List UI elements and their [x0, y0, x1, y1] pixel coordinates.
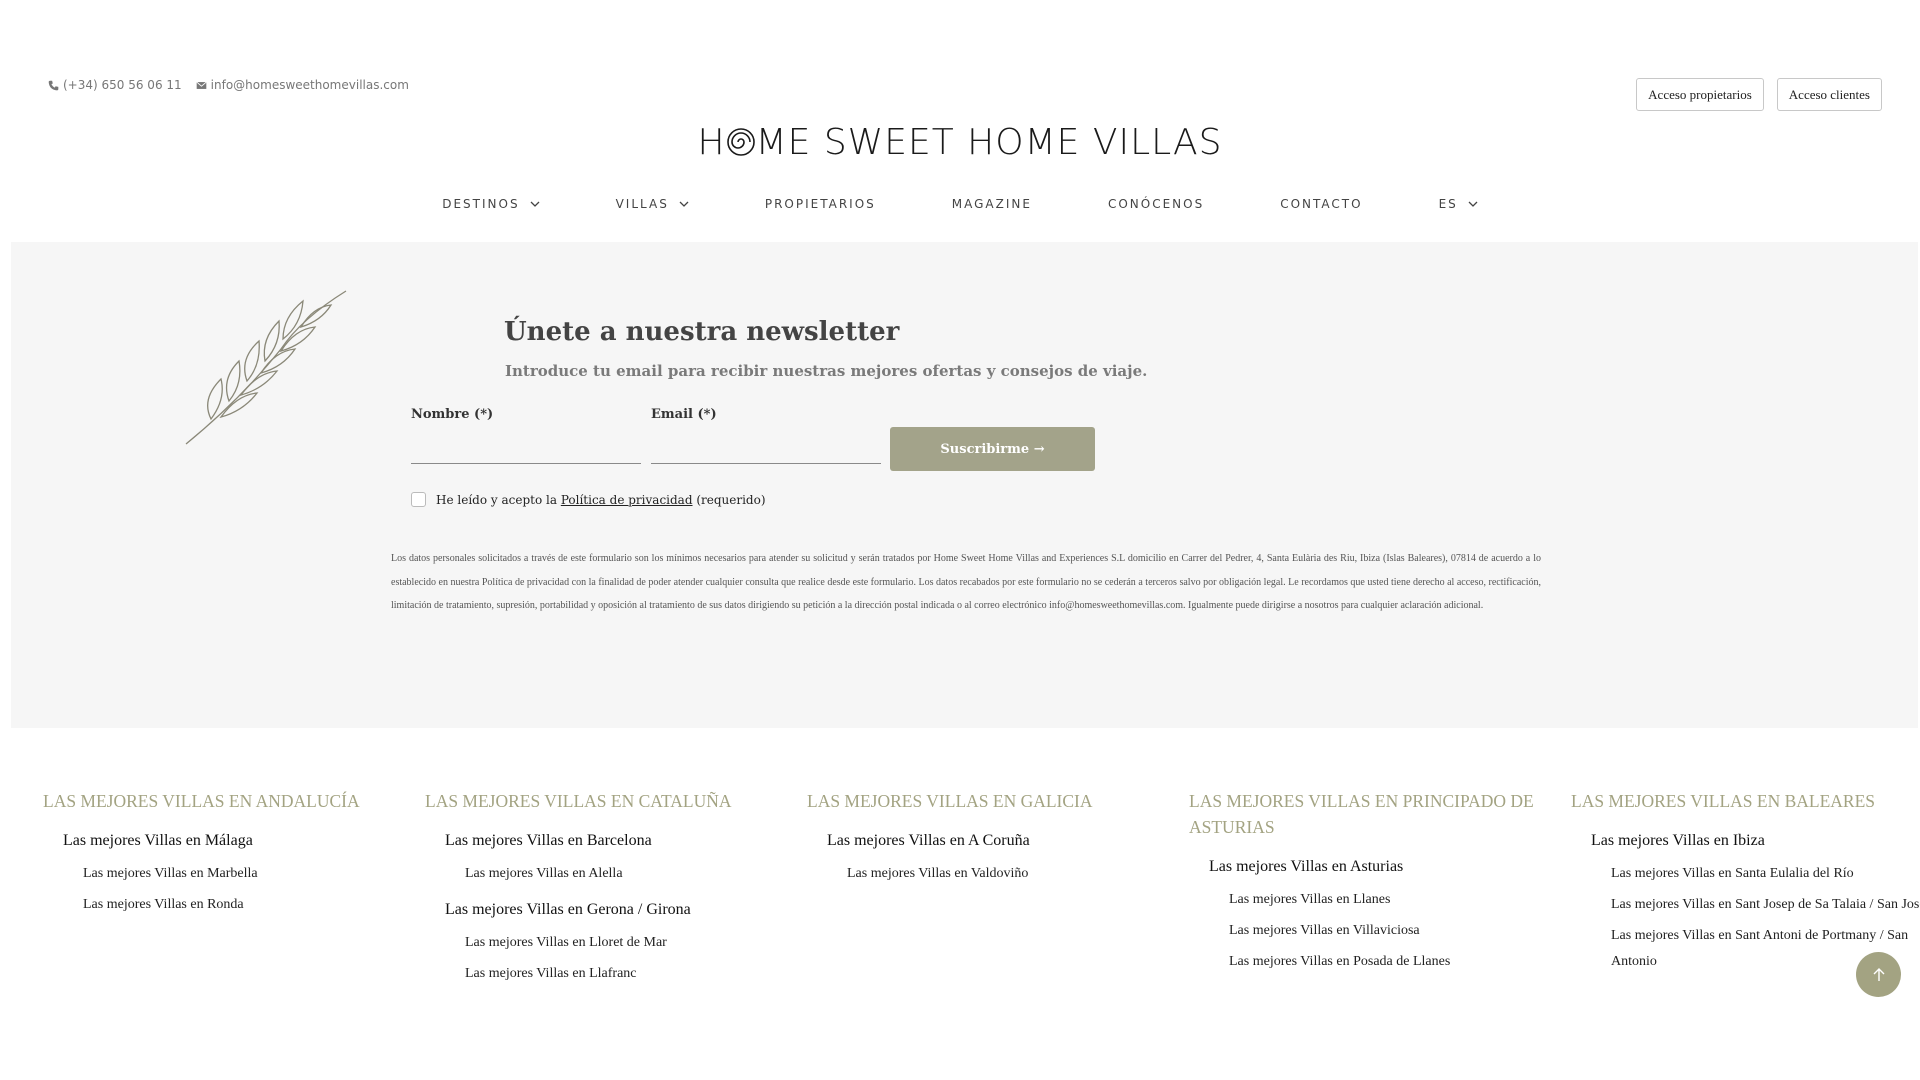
phone-icon: [48, 80, 59, 90]
nav-label: VILLAS: [615, 197, 669, 211]
email-input[interactable]: [651, 430, 881, 464]
site-logo[interactable]: H ME SWEET HOME VILLAS: [0, 122, 1920, 163]
sub-link[interactable]: Las mejores Villas en Llanes: [1229, 887, 1551, 913]
column-heading[interactable]: LAS MEJORES VILLAS EN ANDALUCÍA: [43, 788, 405, 814]
privacy-checkbox[interactable]: [411, 492, 426, 507]
subscribe-button[interactable]: Suscribirme →: [890, 427, 1095, 471]
email-contact[interactable]: info@homesweethomevillas.com: [196, 78, 409, 92]
sub-link[interactable]: Las mejores Villas en Valdoviño: [847, 861, 1169, 887]
owners-access-button[interactable]: Acceso propietarios: [1636, 78, 1764, 111]
nav-label: CONÓCENOS: [1107, 197, 1205, 211]
legal-notice: Los datos personales solicitados a travé…: [391, 553, 1541, 611]
envelope-icon: [196, 81, 207, 89]
nav-item-villas[interactable]: VILLAS: [578, 197, 727, 211]
destinations-columns: LAS MEJORES VILLAS EN ANDALUCÍA Las mejo…: [43, 788, 1920, 992]
sub-link[interactable]: Las mejores Villas en Santa Eulalia del …: [1611, 861, 1920, 887]
nav-label: PROPIETARIOS: [764, 197, 876, 211]
newsletter-section: Únete a nuestra newsletter Introduce tu …: [11, 242, 1918, 728]
logo-text-start: H: [697, 122, 726, 163]
phone-text: (+34) 650 56 06 11: [63, 78, 182, 92]
spiral-logo-icon: [726, 128, 755, 156]
sub-link[interactable]: Las mejores Villas en Villaviciosa: [1229, 918, 1551, 944]
city-link[interactable]: Las mejores Villas en Barcelona: [445, 832, 787, 850]
privacy-consent: He leído y acepto la Política de privaci…: [411, 492, 766, 507]
nav-label: MAGAZINE: [951, 197, 1032, 211]
olive-branch-icon: [185, 290, 347, 445]
city-link[interactable]: Las mejores Villas en Ibiza: [1591, 832, 1920, 850]
consent-suffix: (requerido): [692, 492, 766, 507]
chevron-down-icon: [1468, 201, 1478, 207]
nav-label: ES: [1438, 197, 1458, 211]
sub-link[interactable]: Las mejores Villas en Alella: [465, 861, 787, 887]
name-input[interactable]: [411, 430, 641, 464]
column-heading[interactable]: LAS MEJORES VILLAS EN GALICIA: [807, 788, 1169, 814]
contact-bar: (+34) 650 56 06 11 info@homesweethomevil…: [48, 78, 409, 92]
account-buttons: Acceso propietarios Acceso clientes: [1636, 78, 1882, 111]
logo-text-end: ME SWEET HOME VILLAS: [755, 122, 1223, 163]
city-link[interactable]: Las mejores Villas en A Coruña: [827, 832, 1169, 850]
nav-item-destinos[interactable]: DESTINOS: [404, 197, 577, 211]
consent-prefix: He leído y acepto la: [436, 492, 561, 507]
sub-link[interactable]: Las mejores Villas en Sant Josep de Sa T…: [1611, 892, 1920, 918]
city-link[interactable]: Las mejores Villas en Asturias: [1209, 858, 1551, 876]
column-heading[interactable]: LAS MEJORES VILLAS EN BALEARES: [1571, 788, 1920, 814]
column-heading[interactable]: LAS MEJORES VILLAS EN CATALUÑA: [425, 788, 787, 814]
newsletter-subtitle: Introduce tu email para recibir nuestras…: [505, 362, 1148, 380]
sub-link[interactable]: Las mejores Villas en Marbella: [83, 861, 405, 887]
column-heading[interactable]: LAS MEJORES VILLAS EN PRINCIPADO DE ASTU…: [1189, 788, 1551, 840]
nav-item-conocenos[interactable]: CONÓCENOS: [1070, 197, 1242, 211]
chevron-down-icon: [679, 201, 689, 207]
newsletter-title: Únete a nuestra newsletter: [504, 317, 900, 347]
back-to-top-button[interactable]: [1856, 952, 1901, 997]
privacy-policy-link[interactable]: Política de privacidad: [561, 493, 693, 507]
nav-item-contacto[interactable]: CONTACTO: [1242, 197, 1400, 211]
consent-text: He leído y acepto la Política de privaci…: [436, 493, 766, 507]
city-link[interactable]: Las mejores Villas en Málaga: [63, 832, 405, 850]
phone-contact[interactable]: (+34) 650 56 06 11: [48, 78, 182, 92]
sub-link[interactable]: Las mejores Villas en Posada de Llanes: [1229, 949, 1551, 975]
column-andalucia: LAS MEJORES VILLAS EN ANDALUCÍA Las mejo…: [43, 788, 425, 992]
arrow-up-icon: [1873, 967, 1884, 981]
nav-item-magazine[interactable]: MAGAZINE: [914, 197, 1070, 211]
email-label: Email (*): [651, 407, 717, 422]
nav-label: DESTINOS: [442, 197, 520, 211]
sub-link[interactable]: Las mejores Villas en Lloret de Mar: [465, 930, 787, 956]
name-label: Nombre (*): [411, 407, 494, 422]
column-galicia: LAS MEJORES VILLAS EN GALICIA Las mejore…: [807, 788, 1189, 992]
sub-link[interactable]: Las mejores Villas en Llafranc: [465, 961, 787, 987]
language-selector[interactable]: ES: [1401, 197, 1516, 211]
email-text: info@homesweethomevillas.com: [210, 78, 409, 92]
column-asturias: LAS MEJORES VILLAS EN PRINCIPADO DE ASTU…: [1189, 788, 1571, 992]
column-cataluna: LAS MEJORES VILLAS EN CATALUÑA Las mejor…: [425, 788, 807, 992]
main-nav: DESTINOS VILLAS PROPIETARIOS MAGAZINE CO…: [0, 197, 1920, 211]
city-link[interactable]: Las mejores Villas en Gerona / Girona: [445, 901, 787, 919]
nav-item-propietarios[interactable]: PROPIETARIOS: [727, 197, 914, 211]
sub-link[interactable]: Las mejores Villas en Ronda: [83, 892, 405, 918]
chevron-down-icon: [530, 201, 540, 207]
nav-label: CONTACTO: [1280, 197, 1363, 211]
clients-access-button[interactable]: Acceso clientes: [1776, 78, 1882, 111]
